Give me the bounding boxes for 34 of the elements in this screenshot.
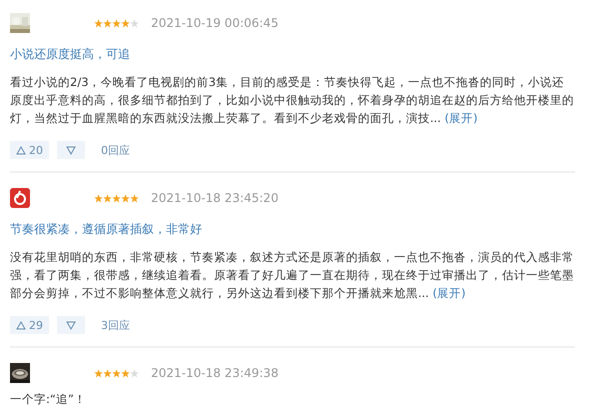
star-icon xyxy=(121,18,130,28)
star-icon xyxy=(112,194,121,202)
review-date: 2021-10-19 00:06:45 xyxy=(151,16,278,30)
review-text: 没有花里胡哨的东西，非常硬核，节奏紧凑，叙述方式还是原著的插叙，一点也不拖沓，演员的代入感非常强，看了两集，很带感，继续追着看。原著看了好几遍了一直在期待，现在终于过审播出了，估计一些笔墨部分会剪掉，不过不影响整体意义就行，另外这边看到楼下那个开播就来尬黑... (展开) xyxy=(10,249,575,302)
review-text: 看过小说的2/3，今晚看了电视剧的前3集，目前的感受是：节奏快得飞起，一点也不拖沓的同时，小说还原度出乎意料的高，很多细节都拍到了，比如小说中很触动我的，怀着身孕的胡追在赵的后方给他开楼里的灯，当然过于血腥黑暗的东西就没法搬上荧幕了。看到不少老戏骨的面孔，演技... (展开) xyxy=(10,74,575,127)
star-icon xyxy=(103,18,112,28)
upvote-button[interactable]: 20 xyxy=(10,141,49,159)
replies-link[interactable]: 0回应 xyxy=(101,142,130,158)
star-icon xyxy=(112,18,121,28)
star-icon xyxy=(103,368,112,378)
star-icon xyxy=(130,194,139,202)
review-text: 一个字:“追”！ xyxy=(10,391,87,408)
up-triangle-icon xyxy=(16,320,26,330)
star-icon xyxy=(121,368,130,378)
star-icon xyxy=(94,194,103,202)
replies-link[interactable]: 3回应 xyxy=(101,318,130,332)
review-date: 2021-10-18 23:49:38 xyxy=(151,366,278,380)
star-icon xyxy=(112,368,121,378)
up-triangle-icon xyxy=(16,146,26,154)
star-icon xyxy=(94,18,103,28)
star-icon xyxy=(103,194,112,202)
star-icon xyxy=(94,368,103,378)
down-triangle-icon xyxy=(66,146,76,154)
review-title[interactable]: 小说还原度挺高，可追 xyxy=(10,46,575,63)
upvote-button[interactable]: 29 xyxy=(10,316,49,334)
review-title[interactable]: 节奏很紧凑，遵循原著插叙，非常好 xyxy=(10,221,575,238)
expand-link[interactable]: (展开) xyxy=(444,111,478,125)
star-icon xyxy=(121,194,130,202)
downvote-button[interactable] xyxy=(57,141,85,159)
expand-link[interactable]: (展开) xyxy=(432,286,466,300)
app-icon xyxy=(10,188,30,208)
downvote-button[interactable] xyxy=(57,316,85,334)
review-date: 2021-10-18 23:45:20 xyxy=(151,191,278,205)
down-triangle-icon xyxy=(66,320,76,330)
